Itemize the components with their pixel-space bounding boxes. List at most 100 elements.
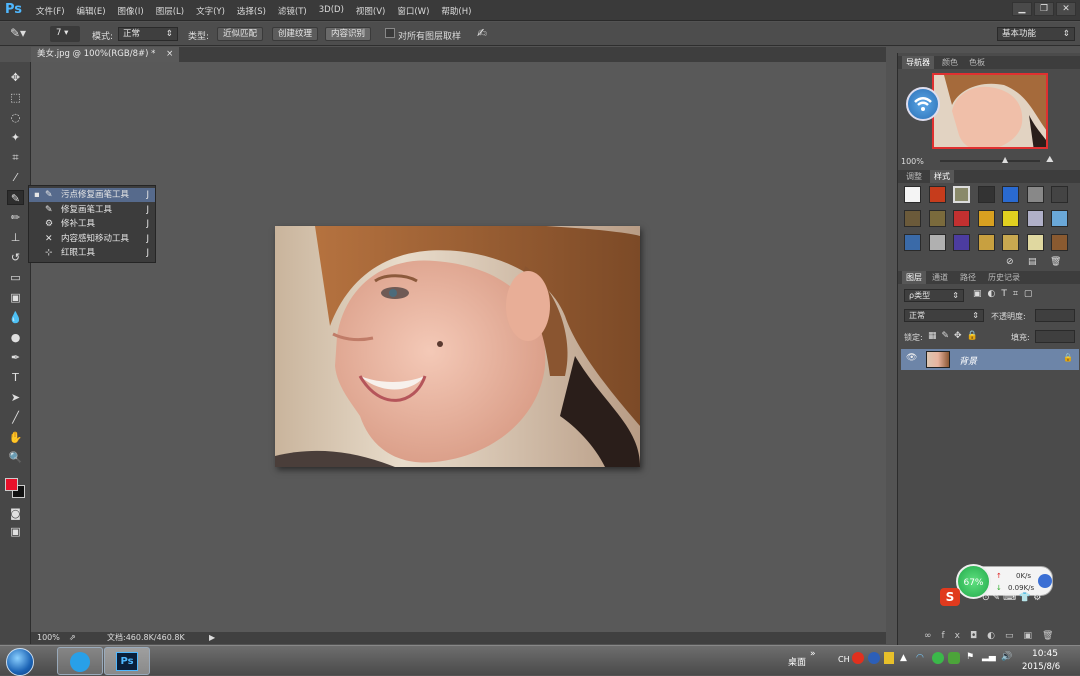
sogou-ime-icon[interactable]: S bbox=[940, 588, 960, 606]
lock-icons[interactable]: ▦✎✥🔒 bbox=[928, 331, 983, 341]
accelerate-icon[interactable] bbox=[1038, 574, 1052, 588]
menu-filter[interactable]: 滤镜(T) bbox=[278, 5, 307, 17]
style-swatch[interactable] bbox=[928, 234, 946, 251]
app-tray-icon[interactable] bbox=[948, 652, 960, 664]
clear-style-icon[interactable]: ⊘ bbox=[1006, 257, 1014, 267]
flag-tray-icon[interactable]: ⚑ bbox=[966, 652, 974, 662]
foreground-color-swatch[interactable] bbox=[5, 478, 18, 491]
flyout-item-spot-healing[interactable]: ▪ ✎ 污点修复画笔工具 J bbox=[29, 188, 155, 202]
eye-icon[interactable]: 👁 bbox=[906, 353, 917, 363]
document-tab[interactable]: 美女.jpg @ 100%(RGB/8#) * × bbox=[31, 47, 180, 62]
menu-3d[interactable]: 3D(D) bbox=[319, 5, 344, 17]
flyout-item-red-eye[interactable]: ⊹ 红眼工具 J bbox=[29, 246, 155, 260]
type-tool-icon[interactable]: T bbox=[7, 370, 24, 385]
flyout-item-healing-brush[interactable]: ✎ 修复画笔工具 J bbox=[29, 203, 155, 217]
tab-styles[interactable]: 样式 bbox=[930, 170, 954, 183]
brush-size-picker[interactable]: 7 ▾ bbox=[50, 26, 80, 42]
healing-brush-tool-icon[interactable]: ✎ bbox=[7, 190, 24, 205]
history-brush-icon[interactable]: ↺ bbox=[7, 250, 24, 265]
volume-tray-icon[interactable]: 🔊 bbox=[1001, 652, 1012, 662]
path-select-icon[interactable]: ➤ bbox=[7, 390, 24, 405]
crop-tool-icon[interactable]: ⌗ bbox=[7, 150, 24, 165]
toolbar-expand-icon[interactable]: » bbox=[810, 649, 816, 659]
tab-history[interactable]: 历史记录 bbox=[984, 271, 1024, 284]
menu-image[interactable]: 图像(I) bbox=[118, 5, 144, 17]
style-swatch[interactable] bbox=[904, 210, 921, 227]
menu-edit[interactable]: 编辑(E) bbox=[77, 5, 106, 17]
navigator-zoom[interactable]: 100% bbox=[901, 157, 924, 166]
style-swatch[interactable] bbox=[977, 186, 995, 203]
ime-toolbar-icons[interactable]: ⊙✎⌨👕⚙ bbox=[982, 593, 1044, 603]
restore-button[interactable]: ❐ bbox=[1034, 2, 1054, 16]
menu-window[interactable]: 窗口(W) bbox=[397, 5, 429, 17]
minimize-button[interactable]: ▁ bbox=[1012, 2, 1032, 16]
style-swatch[interactable] bbox=[977, 210, 995, 227]
navigator-thumbnail[interactable] bbox=[932, 73, 1048, 149]
fill-input[interactable] bbox=[1035, 330, 1075, 343]
signal-tray-icon[interactable]: ▂▄ bbox=[982, 652, 996, 662]
wifi-icon[interactable] bbox=[906, 87, 940, 121]
start-button[interactable] bbox=[6, 648, 34, 676]
tab-channels[interactable]: 通道 bbox=[928, 271, 952, 284]
layer-filter-icons[interactable]: ▣◐T⌗▢ bbox=[973, 289, 1038, 299]
delete-style-icon[interactable]: 🗑 bbox=[1050, 257, 1061, 267]
style-swatch[interactable] bbox=[953, 210, 970, 227]
clone-stamp-icon[interactable]: ⊥ bbox=[7, 230, 24, 245]
line-tool-icon[interactable]: ╱ bbox=[7, 410, 24, 425]
screen-mode-icon[interactable]: ▣ bbox=[7, 524, 24, 539]
security-tray-icon[interactable] bbox=[932, 652, 944, 664]
style-swatch[interactable] bbox=[1002, 186, 1019, 203]
style-swatch[interactable] bbox=[1026, 186, 1044, 203]
status-menu-arrow-icon[interactable]: ▶ bbox=[209, 632, 215, 644]
layer-kind-filter[interactable]: ρ类型 ⇕ bbox=[904, 289, 964, 302]
content-aware-button[interactable]: 内容识别 bbox=[325, 27, 372, 41]
style-swatch[interactable] bbox=[1051, 186, 1068, 203]
sogou-tray-icon[interactable] bbox=[852, 652, 864, 664]
tab-adjustments[interactable]: 调整 bbox=[902, 170, 926, 183]
opacity-input[interactable] bbox=[1035, 309, 1075, 322]
proximity-match-button[interactable]: 近似匹配 bbox=[217, 27, 264, 41]
new-style-icon[interactable]: ▤ bbox=[1028, 257, 1037, 267]
flyout-item-patch[interactable]: ⚙ 修补工具 J bbox=[29, 217, 155, 231]
taskbar-browser[interactable] bbox=[57, 647, 103, 675]
zoom-value[interactable]: 100% bbox=[37, 632, 60, 644]
menu-view[interactable]: 视图(V) bbox=[356, 5, 385, 17]
menu-help[interactable]: 帮助(H) bbox=[441, 5, 471, 17]
style-swatch[interactable] bbox=[904, 186, 921, 203]
create-texture-button[interactable]: 创建纹理 bbox=[272, 27, 319, 41]
keyboard-tray-icon[interactable] bbox=[884, 652, 894, 664]
desktop-toolbar[interactable]: 桌面 bbox=[788, 655, 806, 668]
close-tab-icon[interactable]: × bbox=[166, 49, 173, 59]
brush-tool-icon[interactable]: ✏ bbox=[7, 210, 24, 225]
document-image[interactable] bbox=[275, 226, 640, 467]
magic-wand-icon[interactable]: ✦ bbox=[7, 130, 24, 145]
gradient-icon[interactable]: ▣ bbox=[7, 290, 24, 305]
tab-navigator[interactable]: 导航器 bbox=[902, 56, 934, 69]
taskbar-photoshop[interactable]: Ps bbox=[104, 647, 150, 675]
tray-expand-icon[interactable]: ▲ bbox=[900, 653, 907, 663]
lasso-tool-icon[interactable]: ◌ bbox=[7, 110, 24, 125]
tab-swatches[interactable]: 色板 bbox=[965, 56, 989, 69]
clock-date[interactable]: 2015/8/6 bbox=[1022, 662, 1060, 672]
dodge-icon[interactable]: ● bbox=[7, 330, 24, 345]
zoom-in-mountain-icon[interactable]: ⛰ bbox=[1046, 155, 1054, 165]
menu-layer[interactable]: 图层(L) bbox=[156, 5, 184, 17]
network-speed-widget[interactable]: 67% ↑ 0K/s ↓ 0.09K/s bbox=[956, 564, 1053, 599]
layer-actions[interactable]: ∞fx◘◐▭▣🗑 bbox=[898, 631, 1080, 645]
flyout-item-content-aware-move[interactable]: ✕ 内容感知移动工具 J bbox=[29, 232, 155, 246]
style-swatch[interactable] bbox=[928, 186, 946, 203]
layer-row-background[interactable]: 👁 背景 🔒 bbox=[901, 349, 1079, 370]
tab-paths[interactable]: 路径 bbox=[956, 271, 980, 284]
style-swatch[interactable] bbox=[1026, 234, 1044, 251]
style-swatch[interactable] bbox=[1026, 210, 1044, 227]
tab-color[interactable]: 颜色 bbox=[938, 56, 962, 69]
tool-preset-icon[interactable]: ✎▾ bbox=[10, 26, 26, 40]
hand-tool-icon[interactable]: ✋ bbox=[7, 430, 24, 445]
sample-all-checkbox[interactable] bbox=[385, 28, 395, 38]
pen-tool-icon[interactable]: ✒ bbox=[7, 350, 24, 365]
style-swatch[interactable] bbox=[953, 186, 970, 203]
menu-file[interactable]: 文件(F) bbox=[36, 5, 65, 17]
workspace-select[interactable]: 基本功能 ⇕ bbox=[997, 27, 1075, 41]
network-tray-icon[interactable]: ◠ bbox=[916, 653, 924, 663]
style-swatch[interactable] bbox=[1051, 210, 1068, 227]
